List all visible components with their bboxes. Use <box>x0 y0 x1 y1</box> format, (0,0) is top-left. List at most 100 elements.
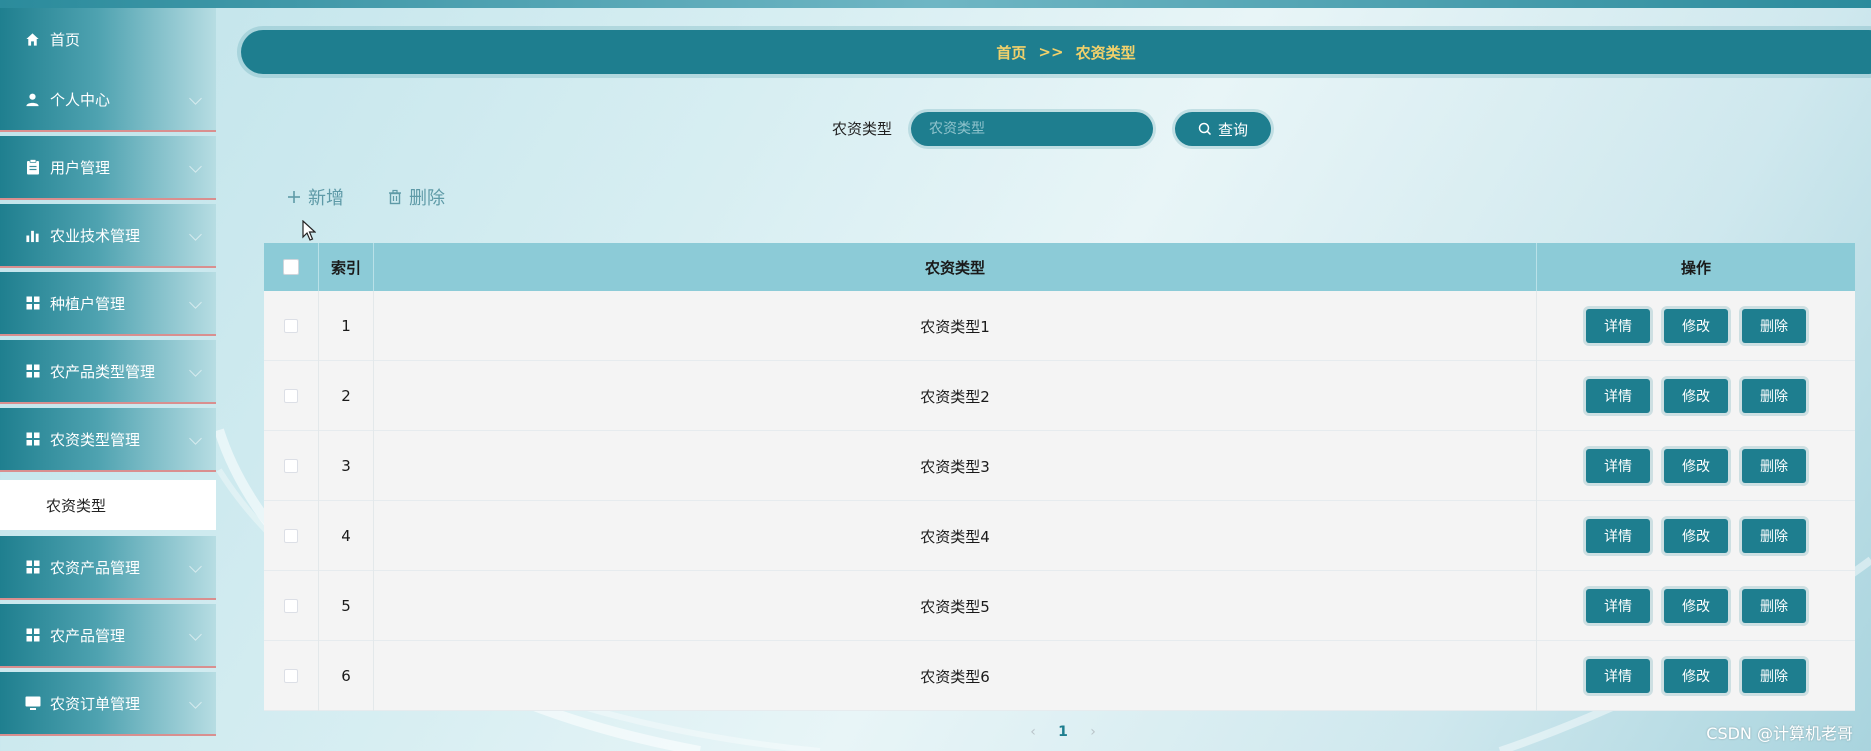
grid-icon <box>24 363 41 380</box>
sidebar-item-label: 农产品管理 <box>50 626 126 645</box>
chevron-down-icon <box>189 364 202 377</box>
chevron-down-icon <box>189 432 202 445</box>
detail-button[interactable]: 详情 <box>1586 589 1650 623</box>
batch-delete-button-label: 删除 <box>409 188 445 209</box>
edit-button[interactable]: 修改 <box>1664 519 1728 553</box>
search-input[interactable] <box>911 112 1153 146</box>
row-select-cell <box>264 501 319 571</box>
search-button[interactable]: 查询 <box>1175 112 1271 146</box>
edit-button[interactable]: 修改 <box>1664 379 1728 413</box>
sidebar-subitem-active[interactable]: 农资类型 <box>0 480 216 530</box>
sidebar-item-label: 种植户管理 <box>50 294 126 313</box>
sidebar-item-label: 首页 <box>50 30 81 49</box>
page-number[interactable]: 1 <box>1048 724 1078 740</box>
sidebar-item[interactable]: 个人中心 <box>0 68 216 132</box>
sidebar-item[interactable]: 用户管理 <box>0 136 216 200</box>
sidebar-item[interactable]: 首页 <box>0 8 216 72</box>
table-row: 6 农资类型6 详情 修改 删除 <box>264 641 1855 711</box>
row-type: 农资类型1 <box>374 291 1537 361</box>
breadcrumb-separator: >> <box>1038 43 1064 61</box>
detail-button[interactable]: 详情 <box>1586 309 1650 343</box>
sidebar-item-label: 个人中心 <box>50 90 111 109</box>
sidebar-item[interactable]: 种植户管理 <box>0 272 216 336</box>
detail-button[interactable]: 详情 <box>1586 519 1650 553</box>
top-accent-bar <box>0 0 1871 8</box>
row-select-cell <box>264 291 319 361</box>
row-type: 农资类型4 <box>374 501 1537 571</box>
delete-button[interactable]: 删除 <box>1742 309 1806 343</box>
watermark: CSDN @计算机老哥 <box>1706 724 1853 743</box>
row-select-cell <box>264 571 319 641</box>
search-icon <box>1198 122 1212 136</box>
delete-button[interactable]: 删除 <box>1742 659 1806 693</box>
breadcrumb-current: 农资类型 <box>1075 43 1136 62</box>
row-select-cell <box>264 641 319 711</box>
search-button-label: 查询 <box>1217 120 1248 139</box>
add-button[interactable]: 新增 <box>286 184 344 210</box>
detail-button[interactable]: 详情 <box>1586 449 1650 483</box>
header-actions: 操作 <box>1680 258 1711 277</box>
delete-button[interactable]: 删除 <box>1742 519 1806 553</box>
breadcrumb-home[interactable]: 首页 <box>996 42 1026 63</box>
row-checkbox[interactable] <box>284 669 298 683</box>
edit-button[interactable]: 修改 <box>1664 659 1728 693</box>
select-all-checkbox[interactable] <box>283 259 299 275</box>
row-type: 农资类型5 <box>374 571 1537 641</box>
sidebar-item-label: 农资订单管理 <box>50 694 141 713</box>
row-checkbox[interactable] <box>284 389 298 403</box>
monitor-icon <box>24 695 41 712</box>
grid-icon <box>24 559 41 576</box>
pagination: ‹ 1 › <box>1018 724 1108 740</box>
row-type: 农资类型3 <box>374 431 1537 501</box>
sidebar-item[interactable]: 农产品类型管理 <box>0 340 216 404</box>
chevron-down-icon <box>189 228 202 241</box>
sidebar-item[interactable]: 农资订单管理 <box>0 672 216 736</box>
detail-button[interactable]: 详情 <box>1586 659 1650 693</box>
trash-icon <box>387 189 403 205</box>
row-index: 5 <box>319 571 374 641</box>
delete-button[interactable]: 删除 <box>1742 379 1806 413</box>
prev-page-icon[interactable]: ‹ <box>1018 724 1048 740</box>
delete-button[interactable]: 删除 <box>1742 589 1806 623</box>
row-checkbox[interactable] <box>284 319 298 333</box>
row-select-cell <box>264 431 319 501</box>
chevron-down-icon <box>189 560 202 573</box>
sidebar-item[interactable]: 农资类型管理 <box>0 408 216 472</box>
row-actions: 详情 修改 删除 <box>1537 361 1855 431</box>
table-row: 1 农资类型1 详情 修改 删除 <box>264 291 1855 361</box>
home-icon <box>24 31 41 48</box>
row-actions: 详情 修改 删除 <box>1537 291 1855 361</box>
row-actions: 详情 修改 删除 <box>1537 641 1855 711</box>
sidebar-item[interactable]: 农产品管理 <box>0 604 216 668</box>
edit-button[interactable]: 修改 <box>1664 309 1728 343</box>
sidebar-item[interactable]: 农资产品管理 <box>0 536 216 600</box>
header-select-all <box>264 243 319 291</box>
table-row: 4 农资类型4 详情 修改 删除 <box>264 501 1855 571</box>
row-index: 4 <box>319 501 374 571</box>
detail-button[interactable]: 详情 <box>1586 379 1650 413</box>
sidebar-item[interactable]: 农业技术管理 <box>0 204 216 268</box>
batch-delete-button[interactable]: 删除 <box>387 184 445 210</box>
row-type: 农资类型2 <box>374 361 1537 431</box>
table-header: 索引 农资类型 操作 <box>264 243 1855 291</box>
sidebar-item-label: 农资产品管理 <box>50 558 141 577</box>
header-index: 索引 <box>319 243 374 291</box>
chevron-down-icon <box>189 696 202 709</box>
row-actions: 详情 修改 删除 <box>1537 501 1855 571</box>
row-index: 1 <box>319 291 374 361</box>
sidebar-item-label: 用户管理 <box>50 158 111 177</box>
next-page-icon[interactable]: › <box>1078 724 1108 740</box>
edit-button[interactable]: 修改 <box>1664 589 1728 623</box>
row-index: 6 <box>319 641 374 711</box>
grid-icon <box>24 627 41 644</box>
row-checkbox[interactable] <box>284 529 298 543</box>
edit-button[interactable]: 修改 <box>1664 449 1728 483</box>
row-index: 2 <box>319 361 374 431</box>
row-checkbox[interactable] <box>284 599 298 613</box>
header-type: 农资类型 <box>374 243 1537 291</box>
delete-button[interactable]: 删除 <box>1742 449 1806 483</box>
row-index: 3 <box>319 431 374 501</box>
row-checkbox[interactable] <box>284 459 298 473</box>
table-row: 2 农资类型2 详情 修改 删除 <box>264 361 1855 431</box>
sidebar-item-label: 农资类型管理 <box>50 430 141 449</box>
